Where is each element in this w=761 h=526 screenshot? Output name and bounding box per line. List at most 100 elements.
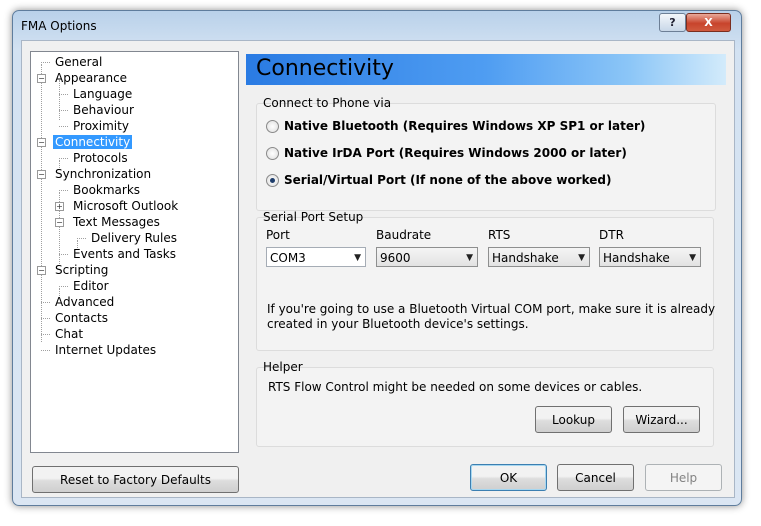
collapse-icon[interactable]: −	[55, 218, 64, 227]
tree-line	[59, 94, 68, 95]
connect-option-label: Native IrDA Port (Requires Windows 2000 …	[284, 146, 627, 160]
tree-line	[59, 286, 68, 287]
tree-item-label: Scripting	[55, 263, 109, 277]
baudrate-label: Baudrate	[376, 228, 432, 242]
close-icon: X	[704, 16, 713, 29]
chevron-down-icon[interactable]: ▼	[466, 248, 473, 268]
tree-item-label: Contacts	[55, 311, 108, 325]
wizard-label: Wizard...	[635, 412, 688, 427]
tree-line	[59, 126, 68, 127]
rts-select[interactable]: Handshake ▼	[488, 247, 590, 267]
radio-button[interactable]	[266, 173, 279, 187]
tree-line	[77, 238, 86, 239]
reset-defaults-button[interactable]: Reset to Factory Defaults	[32, 466, 239, 493]
tree-item[interactable]: Connectivity	[53, 134, 133, 150]
tree-line	[59, 190, 68, 191]
tree-item[interactable]: General	[53, 54, 104, 70]
options-window: FMA Options ? X General − Appearance Langua…	[12, 10, 742, 506]
connect-option-label: Native Bluetooth (Requires Windows XP SP…	[284, 119, 646, 133]
cancel-label: Cancel	[575, 470, 616, 485]
ok-label: OK	[499, 470, 518, 485]
tree-item-label: Language	[73, 87, 133, 101]
question-icon: ?	[669, 16, 676, 29]
baudrate-select[interactable]: 9600 ▼	[376, 247, 478, 267]
tree-item[interactable]: Appearance	[53, 70, 129, 86]
tree-item[interactable]: Bookmarks	[71, 182, 142, 198]
tree-item-label: Events and Tasks	[73, 247, 176, 261]
tree-item-label: Chat	[55, 327, 84, 341]
baudrate-value: 9600	[380, 251, 411, 265]
tree-line	[59, 80, 60, 120]
help-caption-button[interactable]: ?	[659, 13, 686, 32]
tree-item[interactable]: Synchronization	[53, 166, 153, 182]
bluetooth-note: If you're going to use a Bluetooth Virtu…	[267, 302, 715, 332]
title-bar[interactable]: FMA Options ? X	[13, 11, 741, 39]
radio-button[interactable]	[266, 146, 279, 160]
port-combo[interactable]: COM3 ▼	[266, 247, 366, 267]
dialog-client-area: General − Appearance Language Behaviour Proxi…	[21, 40, 735, 498]
tree-item-label: General	[55, 55, 103, 69]
tree-item[interactable]: Delivery Rules	[89, 230, 179, 246]
tree-item[interactable]: Chat	[53, 326, 85, 342]
chevron-down-icon[interactable]: ▼	[578, 248, 585, 268]
bluetooth-note-line: created in your Bluetooth device's setti…	[267, 317, 529, 331]
tree-item[interactable]: Language	[71, 86, 134, 102]
help-button[interactable]: Help	[645, 464, 722, 491]
page-title: Connectivity	[256, 56, 394, 81]
tree-line	[59, 158, 68, 159]
close-button[interactable]: X	[686, 13, 731, 32]
collapse-icon[interactable]: −	[37, 74, 46, 83]
connect-option[interactable]: Serial/Virtual Port (If none of the abov…	[266, 173, 611, 187]
port-label: Port	[266, 228, 290, 242]
chevron-down-icon[interactable]: ▼	[354, 248, 361, 268]
tree-item-label: Bookmarks	[73, 183, 141, 197]
collapse-icon[interactable]: −	[37, 138, 46, 147]
port-value: COM3	[270, 251, 306, 265]
collapse-icon[interactable]: −	[37, 170, 46, 179]
connect-option-label: Serial/Virtual Port (If none of the abov…	[284, 173, 612, 187]
ok-button[interactable]: OK	[470, 464, 547, 491]
tree-line	[41, 302, 50, 303]
connect-option[interactable]: Native Bluetooth (Requires Windows XP SP…	[266, 119, 645, 133]
dtr-label: DTR	[599, 228, 624, 242]
tree-item[interactable]: Scripting	[53, 262, 110, 278]
dtr-select[interactable]: Handshake ▼	[599, 247, 701, 267]
window-title: FMA Options	[21, 19, 97, 33]
dtr-value: Handshake	[603, 251, 670, 265]
tree-item[interactable]: Editor	[71, 278, 111, 294]
tree-item-label: Connectivity	[53, 135, 133, 149]
rts-value: Handshake	[492, 251, 559, 265]
tree-item-label: Appearance	[55, 71, 128, 85]
tree-item[interactable]: Events and Tasks	[71, 246, 178, 262]
lookup-label: Lookup	[552, 412, 595, 427]
expand-icon[interactable]: +	[55, 202, 64, 211]
collapse-icon[interactable]: −	[37, 266, 46, 275]
tree-line	[41, 350, 50, 351]
reset-defaults-label: Reset to Factory Defaults	[60, 472, 211, 487]
serial-port-group-label: Serial Port Setup	[263, 210, 364, 224]
tree-item[interactable]: Microsoft Outlook	[71, 198, 180, 214]
tree-item-label: Microsoft Outlook	[73, 199, 179, 213]
tree-item[interactable]: Text Messages	[71, 214, 162, 230]
tree-item[interactable]: Contacts	[53, 310, 110, 326]
chevron-down-icon[interactable]: ▼	[689, 248, 696, 268]
tree-item[interactable]: Proximity	[71, 118, 131, 134]
cancel-button[interactable]: Cancel	[557, 464, 634, 491]
tree-item[interactable]: Behaviour	[71, 102, 136, 118]
tree-line	[41, 334, 50, 335]
tree-line	[41, 64, 42, 342]
tree-item-label: Synchronization	[55, 167, 152, 181]
tree-item-label: Editor	[73, 279, 109, 293]
tree-item-label: Proximity	[73, 119, 129, 133]
tree-item[interactable]: Internet Updates	[53, 342, 158, 358]
wizard-button[interactable]: Wizard...	[623, 406, 700, 433]
tree-item[interactable]: Advanced	[53, 294, 116, 310]
tree-line	[59, 254, 68, 255]
rts-label: RTS	[488, 228, 511, 242]
connect-option[interactable]: Native IrDA Port (Requires Windows 2000 …	[266, 146, 627, 160]
lookup-button[interactable]: Lookup	[535, 406, 612, 433]
radio-button[interactable]	[266, 119, 279, 133]
options-tree[interactable]: General − Appearance Language Behaviour Proxi…	[30, 51, 239, 453]
tree-item[interactable]: Protocols	[71, 150, 130, 166]
tree-line	[41, 62, 50, 63]
